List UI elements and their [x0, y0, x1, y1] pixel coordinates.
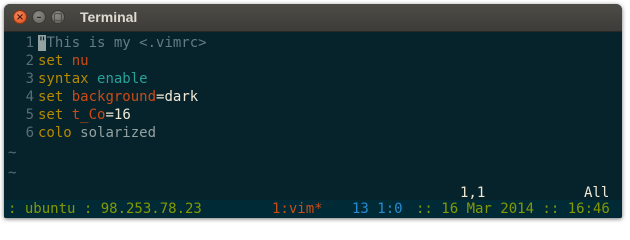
minimize-icon[interactable]: – — [32, 10, 46, 24]
status-pane: 13 1:0 — [352, 201, 403, 217]
value-text: dark — [164, 89, 199, 105]
editor-line[interactable]: 3 syntax enable — [4, 70, 148, 88]
title-bar[interactable]: × – □ Terminal — [4, 4, 622, 32]
value-text: 16 — [113, 107, 131, 123]
editor-line[interactable]: 2 set nu — [4, 52, 89, 70]
line-number: 4 — [25, 89, 34, 105]
editor-line[interactable]: 6 colo solarized — [4, 124, 156, 142]
command-keyword: set — [38, 89, 64, 105]
line-number: 5 — [25, 107, 34, 123]
argument-text: solarized — [80, 125, 157, 141]
option-name: nu — [71, 53, 89, 69]
line-number: 1 — [25, 35, 34, 51]
maximize-icon[interactable]: □ — [51, 10, 65, 24]
operator-text: = — [105, 107, 114, 123]
option-name: background — [71, 89, 157, 105]
line-number: 6 — [25, 125, 34, 141]
command-keyword: set — [38, 53, 64, 69]
line-number: 3 — [25, 71, 34, 87]
editor-line[interactable]: 5 set t_Co=16 — [4, 106, 131, 124]
terminal-content[interactable]: 1 "This is my <.vimrc> 2 set nu 3 syntax en… — [4, 32, 622, 218]
option-name: t_Co — [71, 107, 106, 123]
window-title: Terminal — [80, 9, 138, 25]
argument-text: enable — [97, 71, 148, 87]
editor-line[interactable]: 4 set background=dark — [4, 88, 199, 106]
status-host: : ubuntu : 98.253.78.23 — [8, 201, 202, 217]
editor-line[interactable]: 1 "This is my <.vimrc> — [4, 34, 207, 52]
empty-line-marker: ~ — [8, 145, 17, 161]
terminal-window: × – □ Terminal 1 "This is my <.vimrc> 2 se… — [4, 4, 622, 218]
empty-line-marker: ~ — [8, 165, 17, 181]
close-icon[interactable]: × — [13, 10, 27, 24]
status-window[interactable]: 1:vim* — [272, 200, 323, 218]
command-keyword: colo — [38, 125, 72, 141]
tmux-status-bar: : ubuntu : 98.253.78.23 1:vim* 13 1:0 ::… — [4, 200, 622, 218]
command-keyword: set — [38, 107, 64, 123]
comment-text: This is my <.vimrc> — [46, 35, 207, 51]
status-datetime: :: 16 Mar 2014 :: 16:46 — [416, 201, 610, 217]
command-keyword: syntax — [38, 71, 89, 87]
line-number: 2 — [25, 53, 34, 69]
